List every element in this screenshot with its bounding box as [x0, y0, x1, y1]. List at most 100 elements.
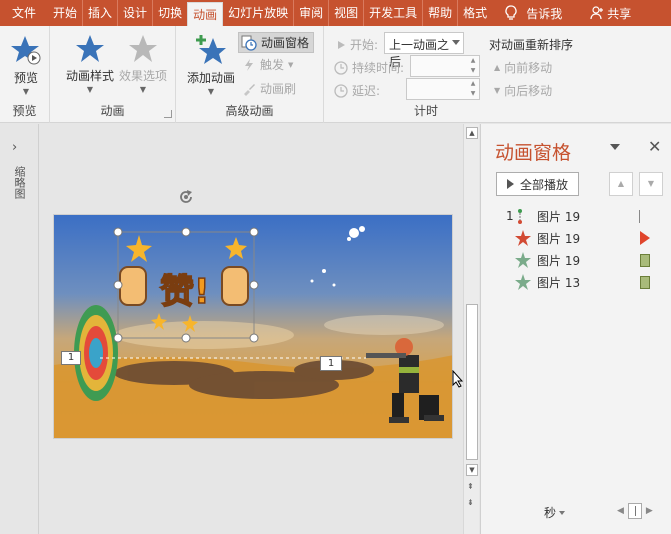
ribbon: 预览 ▼ 预览 动画样式 ▼ 效果选项 ▼ 动画 添加动画 ▼ 动画窗格 触发 …: [0, 26, 671, 123]
tab-insert[interactable]: 插入: [82, 0, 117, 26]
timeline-zoom[interactable]: ◀ ▶: [617, 503, 653, 519]
tell-me[interactable]: 告诉我 共享: [504, 0, 631, 26]
duration-label-wrap: 持续时间:: [334, 59, 404, 76]
animation-item[interactable]: 图片 19: [481, 249, 671, 271]
delay-input[interactable]: ▲ ▼: [406, 78, 480, 100]
chevron-right-icon[interactable]: ›: [12, 140, 17, 155]
preview-group: 预览 ▼ 预览: [0, 26, 50, 123]
chevron-down-icon[interactable]: [610, 144, 620, 150]
timeline-triangle: [640, 231, 650, 245]
animation-item-name: 图片 19: [537, 253, 581, 268]
tab-view[interactable]: 视图: [328, 0, 363, 26]
move-down-icon[interactable]: ▼: [639, 172, 663, 196]
delay-label-wrap: 延迟:: [334, 82, 380, 99]
lightning-icon: [245, 58, 253, 71]
animation-item[interactable]: 1 图片 19: [481, 205, 671, 227]
start-label: 开始:: [350, 38, 379, 52]
triangle-down-icon: ▼: [494, 86, 501, 95]
triangle-up-icon: ▲: [494, 63, 501, 72]
scroll-thumb[interactable]: [466, 304, 478, 460]
chevron-down-icon: [559, 510, 566, 515]
animation-group-label: 动画: [100, 104, 125, 118]
tab-design[interactable]: 设计: [117, 0, 152, 26]
move-later-button[interactable]: ▼ 向后移动: [494, 82, 552, 99]
effect-options-button[interactable]: 效果选项 ▼: [116, 34, 170, 94]
thumbnail-rail: › 缩略图: [0, 124, 39, 534]
seconds-dropdown[interactable]: 秒: [544, 504, 566, 521]
scroll-up-icon[interactable]: ▲: [466, 127, 478, 139]
chevron-down-icon: ▼: [22, 87, 30, 96]
animation-styles-button[interactable]: 动画样式 ▼: [64, 34, 116, 94]
play-icon: [506, 179, 514, 189]
person-icon: [590, 6, 604, 20]
preview-button[interactable]: 预览 ▼: [8, 34, 44, 96]
animation-item[interactable]: 图片 19: [481, 227, 671, 249]
tab-help[interactable]: 帮助: [422, 0, 457, 26]
animation-tag-right[interactable]: 1: [320, 356, 342, 371]
share-label: 共享: [607, 6, 632, 21]
next-slide-icon[interactable]: ⇟: [467, 498, 474, 507]
timing-group: 开始: 上一动画之后 持续时间: ▲ ▼ 延迟: ▲ ▼ 计时: [324, 26, 484, 123]
animation-painter-button[interactable]: 动画刷: [242, 80, 296, 97]
play-all-button[interactable]: 全部播放: [496, 172, 579, 196]
zoom-box: [627, 503, 642, 519]
tab-slideshow[interactable]: 幻灯片放映: [223, 0, 293, 26]
preview-group-label: 预览: [12, 104, 37, 118]
move-earlier-button[interactable]: ▲ 向前移动: [494, 59, 552, 76]
seconds-label: 秒: [544, 506, 557, 520]
effect-options-label: 效果选项: [118, 69, 167, 83]
clock-icon: [241, 35, 257, 51]
animation-pane-title: 动画窗格: [495, 142, 572, 164]
scroll-down-icon[interactable]: ▼: [466, 464, 478, 476]
tab-file[interactable]: 文件: [0, 0, 48, 26]
timeline-marker: [639, 210, 640, 223]
lightbulb-icon: [505, 5, 517, 20]
move-up-icon[interactable]: ▲: [609, 172, 633, 196]
animation-star-icon: [76, 35, 104, 62]
ribbon-tab-bar: 文件 开始 插入 设计 切换 动画 幻灯片放映 审阅 视图 开发工具 帮助 格式…: [0, 0, 671, 26]
tab-format[interactable]: 格式: [457, 0, 492, 26]
animation-item[interactable]: 图片 13: [481, 271, 671, 293]
tab-review[interactable]: 审阅: [293, 0, 328, 26]
thumbnail-label[interactable]: 缩略图: [11, 166, 27, 199]
chevron-down-icon[interactable]: [452, 40, 460, 45]
move-earlier-label: 向前移动: [504, 61, 553, 75]
animation-group: 动画样式 ▼ 效果选项 ▼ 动画: [50, 26, 176, 123]
dialog-launcher-icon[interactable]: [164, 110, 172, 118]
animation-item-name: 图片 19: [537, 231, 581, 246]
reorder-title: 对动画重新排序: [489, 38, 574, 52]
animation-item-name: 图片 19: [537, 209, 581, 224]
animation-pane: 动画窗格 ✕ 全部播放 ▲ ▼ 1 图片 19 图片 19 图片 19 图片 1…: [480, 124, 671, 534]
delay-label: 延迟:: [352, 84, 381, 98]
tab-animations[interactable]: 动画: [187, 2, 224, 26]
tab-developer[interactable]: 开发工具: [363, 0, 422, 26]
path-icon: [518, 209, 522, 224]
vertical-scrollbar[interactable]: ▲ ▼ ⇞ ⇟: [463, 124, 479, 534]
tab-transitions[interactable]: 切换: [152, 0, 187, 26]
add-animation-button[interactable]: 添加动画 ▼: [184, 34, 238, 96]
chevron-down-icon: ▼: [86, 85, 94, 94]
preview-label: 预览: [13, 71, 38, 85]
tab-home[interactable]: 开始: [48, 0, 82, 26]
duration-input[interactable]: ▲ ▼: [410, 55, 480, 77]
share-button[interactable]: 共享: [590, 5, 631, 22]
animation-tag-left[interactable]: 1: [61, 351, 81, 365]
rotate-handle-icon[interactable]: [176, 187, 196, 207]
chevron-right-icon[interactable]: ▶: [646, 506, 653, 516]
like-text: 赞!: [160, 272, 210, 312]
close-icon[interactable]: ✕: [648, 137, 661, 156]
trigger-button[interactable]: 触发 ▼: [242, 56, 293, 73]
animation-painter-label: 动画刷: [260, 82, 297, 96]
chevron-left-icon[interactable]: ◀: [617, 506, 624, 516]
animation-item-name: 图片 13: [537, 275, 581, 290]
spinner-icon[interactable]: ▲ ▼: [467, 56, 479, 76]
timeline-bar: [640, 254, 650, 267]
slide-canvas[interactable]: 赞!: [53, 214, 453, 439]
animation-pane-label: 动画窗格: [261, 36, 310, 50]
advanced-animation-group-label: 高级动画: [225, 104, 274, 118]
play-all-label: 全部播放: [519, 177, 568, 192]
brush-icon: [244, 83, 255, 96]
spinner-icon[interactable]: ▲ ▼: [467, 79, 479, 99]
animation-pane-button[interactable]: 动画窗格: [238, 32, 315, 53]
previous-slide-icon[interactable]: ⇞: [467, 482, 474, 491]
